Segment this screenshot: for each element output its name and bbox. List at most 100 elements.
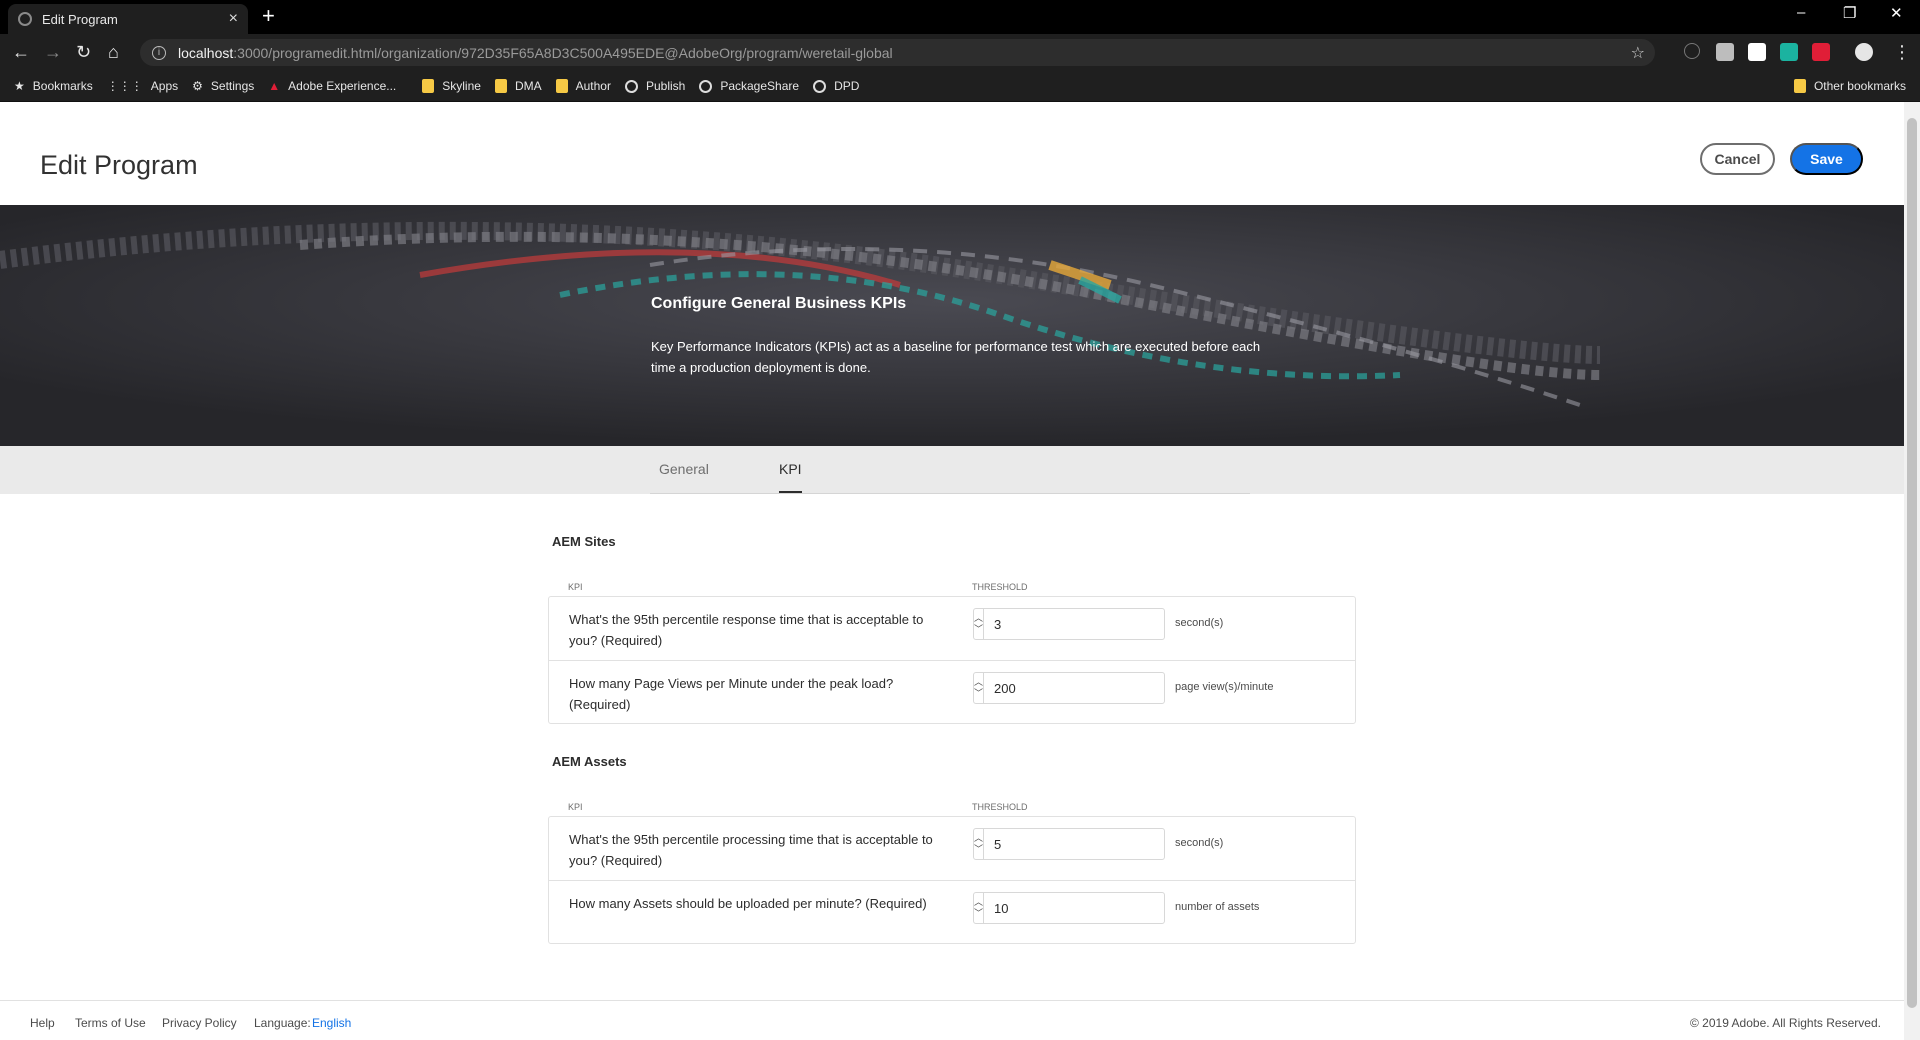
footer-privacy-link[interactable]: Privacy Policy bbox=[162, 1016, 237, 1030]
chevron-up-icon[interactable]: ︿ bbox=[974, 833, 983, 844]
page-scrollbar[interactable] bbox=[1904, 102, 1920, 1040]
chevron-up-icon[interactable]: ︿ bbox=[974, 677, 983, 688]
stepper-arrows[interactable]: ︿ ﹀ bbox=[974, 673, 985, 703]
kpi-question: How many Page Views per Minute under the… bbox=[569, 676, 894, 712]
scrollbar-thumb[interactable] bbox=[1907, 118, 1917, 1008]
folder-icon bbox=[422, 79, 435, 93]
extension-red-icon[interactable] bbox=[1812, 43, 1830, 61]
address-bar[interactable]: i localhost:3000/programedit.html/organi… bbox=[140, 39, 1655, 66]
bookmark-label: Author bbox=[575, 79, 611, 93]
stepper-arrows[interactable]: ︿ ﹀ bbox=[974, 609, 985, 639]
hero-background-graphic bbox=[0, 205, 1904, 446]
cancel-button[interactable]: Cancel bbox=[1700, 143, 1775, 175]
tab-general[interactable]: General bbox=[659, 461, 709, 477]
chevron-down-icon[interactable]: ﹀ bbox=[974, 624, 983, 635]
column-header-threshold: THRESHOLD bbox=[972, 802, 1028, 812]
hero-description: Key Performance Indicators (KPIs) act as… bbox=[651, 339, 1261, 375]
threshold-stepper[interactable]: ︿ ﹀ bbox=[973, 608, 1171, 640]
adobe-icon: ▲ bbox=[268, 79, 281, 93]
threshold-unit: page view(s)/minute bbox=[1175, 681, 1274, 693]
bookmark-item[interactable]: DPD bbox=[813, 79, 859, 93]
kpi-table-aem-sites: What's the 95th percentile response time… bbox=[548, 596, 1356, 724]
threshold-input[interactable] bbox=[984, 609, 1171, 639]
footer-help-link[interactable]: Help bbox=[30, 1016, 55, 1030]
stepper-arrows[interactable]: ︿ ﹀ bbox=[974, 893, 985, 923]
forward-icon[interactable]: → bbox=[44, 42, 62, 62]
reload-icon[interactable]: ↻ bbox=[76, 42, 91, 62]
profile-avatar-icon[interactable] bbox=[1855, 43, 1873, 61]
bookmark-label: Apps bbox=[150, 79, 179, 93]
extension-s-icon[interactable] bbox=[1780, 43, 1798, 61]
footer-terms-link[interactable]: Terms of Use bbox=[75, 1016, 146, 1030]
extension-grid-icon[interactable] bbox=[1716, 43, 1734, 61]
apps-grid-icon: ⋮⋮⋮ bbox=[106, 79, 143, 93]
threshold-stepper[interactable]: ︿ ﹀ bbox=[973, 828, 1171, 860]
home-icon[interactable]: ⌂ bbox=[108, 42, 119, 62]
threshold-unit: second(s) bbox=[1175, 617, 1224, 629]
column-header-kpi: KPI bbox=[568, 802, 583, 812]
table-row: How many Page Views per Minute under the… bbox=[549, 660, 1355, 723]
threshold-input[interactable] bbox=[984, 893, 1171, 923]
bookmark-label: DMA bbox=[514, 79, 542, 93]
bookmark-item[interactable]: ▲ Adobe Experience... bbox=[268, 79, 396, 93]
new-tab-button[interactable]: + bbox=[262, 4, 275, 28]
threshold-stepper[interactable]: ︿ ﹀ bbox=[973, 892, 1171, 924]
column-header-threshold: THRESHOLD bbox=[972, 582, 1028, 592]
globe-icon bbox=[624, 79, 638, 93]
globe-icon bbox=[813, 79, 827, 93]
url-path: :3000/programedit.html/organization/972D… bbox=[233, 44, 893, 61]
minimize-button[interactable]: – bbox=[1797, 4, 1805, 21]
chevron-down-icon[interactable]: ﹀ bbox=[974, 688, 983, 699]
bookmark-item[interactable]: ★ Bookmarks bbox=[14, 79, 93, 93]
back-icon[interactable]: ← bbox=[12, 42, 30, 62]
chevron-down-icon[interactable]: ﹀ bbox=[974, 844, 983, 855]
bookmark-item[interactable]: Author bbox=[555, 79, 611, 93]
page-header: Edit Program Cancel Save bbox=[0, 102, 1904, 205]
hero-title: Configure General Business KPIs bbox=[651, 295, 907, 312]
other-bookmarks[interactable]: Other bookmarks bbox=[1793, 79, 1906, 93]
bookmark-label: Other bookmarks bbox=[1813, 79, 1906, 93]
section-title-aem-assets: AEM Assets bbox=[552, 754, 627, 769]
site-info-icon[interactable]: i bbox=[152, 45, 166, 60]
tab-close-icon[interactable]: × bbox=[229, 10, 238, 28]
threshold-input[interactable] bbox=[984, 829, 1171, 859]
threshold-stepper[interactable]: ︿ ﹀ bbox=[973, 672, 1171, 704]
threshold-unit: second(s) bbox=[1175, 837, 1224, 849]
bookmark-label: Settings bbox=[210, 79, 255, 93]
chevron-up-icon[interactable]: ︿ bbox=[974, 897, 983, 908]
stepper-arrows[interactable]: ︿ ﹀ bbox=[974, 829, 985, 859]
save-button[interactable]: Save bbox=[1790, 143, 1863, 175]
tab-list: General KPI bbox=[650, 446, 1250, 494]
kpi-table-aem-assets: What's the 95th percentile processing ti… bbox=[548, 816, 1356, 944]
extension-info-icon[interactable] bbox=[1684, 43, 1700, 59]
bookmark-item[interactable]: Skyline bbox=[422, 79, 481, 93]
tabs-bar: General KPI bbox=[0, 446, 1904, 494]
bookmark-item[interactable]: PackageShare bbox=[699, 79, 799, 93]
bookmark-item[interactable]: DMA bbox=[494, 79, 542, 93]
kpi-question: How many Assets should be uploaded per m… bbox=[569, 896, 927, 911]
page-content: Edit Program Cancel Save Configure Gener… bbox=[0, 102, 1904, 1040]
globe-icon bbox=[699, 79, 713, 93]
bookmark-label: DPD bbox=[834, 79, 860, 93]
footer-language-selector[interactable]: English bbox=[312, 1016, 351, 1030]
url-host: localhost bbox=[178, 44, 234, 61]
bookmark-item[interactable]: ⋮⋮⋮ Apps bbox=[107, 79, 178, 93]
section-title-aem-sites: AEM Sites bbox=[552, 534, 616, 549]
browser-tab-title: Edit Program bbox=[42, 11, 118, 27]
restore-button[interactable]: ❐ bbox=[1843, 4, 1856, 22]
bookmark-label: Adobe Experience... bbox=[288, 79, 397, 93]
bookmark-label: Skyline bbox=[442, 79, 481, 93]
threshold-unit: number of assets bbox=[1175, 901, 1260, 913]
chevron-up-icon[interactable]: ︿ bbox=[974, 613, 983, 624]
browser-tab[interactable]: Edit Program × bbox=[8, 4, 248, 34]
threshold-input[interactable] bbox=[984, 673, 1171, 703]
bookmark-star-icon[interactable]: ☆ bbox=[1631, 43, 1645, 63]
tab-kpi[interactable]: KPI bbox=[779, 461, 802, 493]
browser-menu-icon[interactable]: ⋮ bbox=[1893, 42, 1911, 62]
bookmark-item[interactable]: ⚙ Settings bbox=[192, 79, 254, 93]
close-window-button[interactable]: ✕ bbox=[1890, 4, 1903, 22]
kpi-question: What's the 95th percentile processing ti… bbox=[569, 832, 933, 868]
bookmark-item[interactable]: Publish bbox=[624, 79, 685, 93]
extension-drive-icon[interactable] bbox=[1748, 43, 1766, 61]
chevron-down-icon[interactable]: ﹀ bbox=[974, 908, 983, 919]
